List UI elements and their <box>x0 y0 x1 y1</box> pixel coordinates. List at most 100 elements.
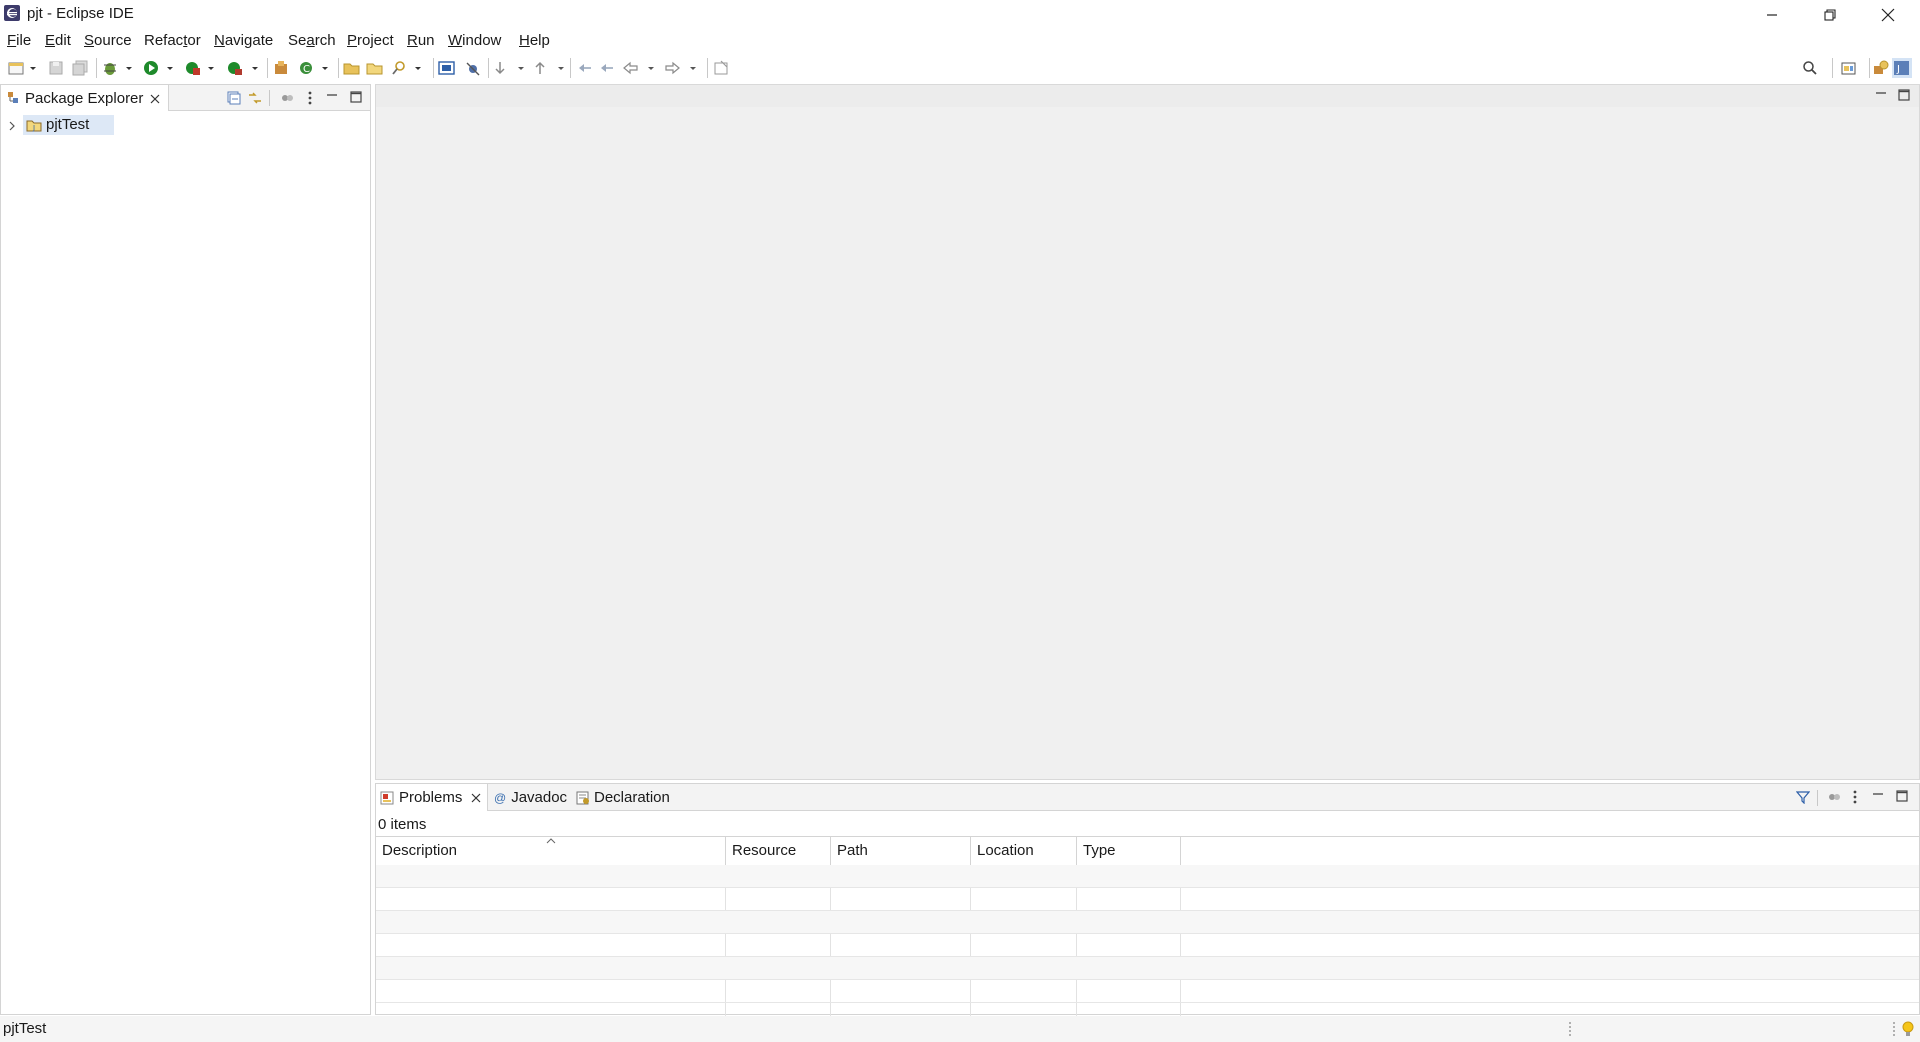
menu-refactor[interactable]: Refactor <box>144 32 201 49</box>
menu-run[interactable]: Run <box>407 32 435 49</box>
problems-summary: 0 items <box>378 816 427 833</box>
back-button[interactable] <box>622 58 658 78</box>
tab-package-explorer[interactable]: Package Explorer <box>1 85 169 111</box>
toolbar-separator <box>433 58 434 78</box>
focus-on-active-task-button[interactable] <box>1826 789 1842 805</box>
coverage-button[interactable] <box>184 58 218 78</box>
focus-task-icon <box>282 95 293 101</box>
menu-edit[interactable]: Edit <box>45 32 71 49</box>
toolbar-separator <box>1832 58 1833 78</box>
maximize-view-button[interactable] <box>348 90 364 104</box>
table-row <box>376 888 1919 911</box>
lightbulb-icon[interactable] <box>1901 1020 1915 1038</box>
open-perspective-toolbar-button[interactable] <box>438 58 456 78</box>
run-icon <box>144 61 173 75</box>
debug-icon <box>104 63 132 75</box>
collapse-all-button[interactable] <box>225 90 243 106</box>
debug-button[interactable] <box>102 58 136 78</box>
column-header-description[interactable]: Description <box>376 837 726 865</box>
toolbar-separator <box>707 58 708 78</box>
maximize-view-button[interactable] <box>1894 789 1910 803</box>
open-console-icon <box>438 61 455 75</box>
tab-problems[interactable]: Problems <box>376 784 488 811</box>
save-button[interactable] <box>48 58 64 78</box>
external-tools-icon <box>228 62 258 75</box>
link-with-editor-button[interactable] <box>246 90 264 106</box>
minimize-view-button[interactable] <box>324 90 340 104</box>
problems-icon <box>380 791 394 804</box>
new-java-package-icon <box>275 61 287 74</box>
java-perspective-button[interactable]: J <box>1892 58 1912 78</box>
run-button[interactable] <box>143 58 177 78</box>
back-icon <box>623 61 654 75</box>
tab-label: Javadoc <box>511 789 568 806</box>
eclipse-app-icon <box>4 5 20 21</box>
maximize-editor-button[interactable] <box>1896 88 1912 102</box>
column-header-location[interactable]: Location <box>971 837 1077 865</box>
new-icon <box>8 62 36 75</box>
external-tools-button[interactable] <box>226 58 262 78</box>
next-annotation-button[interactable] <box>494 58 528 78</box>
focus-on-active-task-button[interactable] <box>278 90 296 106</box>
pin-editor-button[interactable] <box>713 58 731 78</box>
table-row <box>376 865 1919 888</box>
open-type-button[interactable] <box>343 58 361 78</box>
svg-text:C: C <box>303 64 310 75</box>
title-bar: pjt - Eclipse IDE <box>0 0 1920 30</box>
toolbar-separator <box>1817 790 1818 806</box>
toolbar-separator <box>269 90 270 106</box>
open-perspective-button[interactable] <box>1841 58 1857 78</box>
view-menu-button[interactable] <box>303 90 317 106</box>
package-explorer-tab-row: Package Explorer <box>1 85 370 111</box>
close-icon[interactable] <box>150 94 160 104</box>
minimize-button[interactable] <box>1743 0 1801 30</box>
menu-navigate[interactable]: Navigate <box>214 32 273 49</box>
view-menu-button[interactable] <box>1848 789 1862 805</box>
menu-help[interactable]: Help <box>519 32 550 49</box>
column-header-path[interactable]: Path <box>831 837 971 865</box>
package-explorer-tab-label: Package Explorer <box>25 90 144 107</box>
menu-source[interactable]: Source <box>84 32 132 49</box>
minimize-view-button[interactable] <box>1870 789 1886 803</box>
new-java-class-button[interactable]: C <box>298 58 332 78</box>
minimize-icon <box>1876 92 1886 94</box>
forward-button[interactable] <box>664 58 700 78</box>
menu-search[interactable]: Search <box>288 32 336 49</box>
minimize-editor-button[interactable] <box>1873 88 1889 102</box>
open-task-button[interactable] <box>366 58 384 78</box>
column-header-resource[interactable]: Resource <box>726 837 831 865</box>
java-ee-perspective-button[interactable] <box>1872 58 1890 78</box>
close-icon <box>1881 8 1895 22</box>
menu-window[interactable]: Window <box>448 32 501 49</box>
toolbar-separator <box>96 58 97 78</box>
new-java-class-icon: C <box>300 62 328 75</box>
menu-file[interactable]: File <box>7 32 31 49</box>
declaration-icon <box>576 791 589 804</box>
restore-button[interactable] <box>1801 0 1859 30</box>
last-edit-icon <box>579 64 613 72</box>
quick-access-search-button[interactable] <box>1802 58 1818 78</box>
close-button[interactable] <box>1859 0 1917 30</box>
search-toolbar-button[interactable] <box>391 58 425 78</box>
new-java-package-button[interactable] <box>273 58 291 78</box>
chevron-right-icon[interactable] <box>9 121 15 131</box>
save-all-button[interactable] <box>71 58 89 78</box>
column-header-type[interactable]: Type <box>1077 837 1181 865</box>
previous-annotation-button[interactable] <box>534 58 568 78</box>
collapse-all-icon <box>227 91 241 105</box>
search-icon <box>1803 61 1817 75</box>
forward-icon <box>665 61 696 75</box>
menu-project[interactable]: Project <box>347 32 394 49</box>
toggle-breakpoint-button[interactable] <box>465 58 481 78</box>
problems-panel: Problems @ Javadoc Declaration 0 items D… <box>375 783 1920 1017</box>
status-divider <box>1569 1022 1571 1036</box>
svg-text:J: J <box>32 124 35 132</box>
pin-editor-icon <box>714 60 728 75</box>
close-icon[interactable] <box>471 793 481 803</box>
new-button[interactable] <box>8 58 38 78</box>
previous-annotation-icon <box>535 61 564 74</box>
tab-javadoc[interactable]: @ Javadoc <box>494 784 567 811</box>
tab-declaration[interactable]: Declaration <box>576 784 670 811</box>
last-edit-button[interactable] <box>576 58 616 78</box>
filter-button[interactable] <box>1795 789 1811 805</box>
